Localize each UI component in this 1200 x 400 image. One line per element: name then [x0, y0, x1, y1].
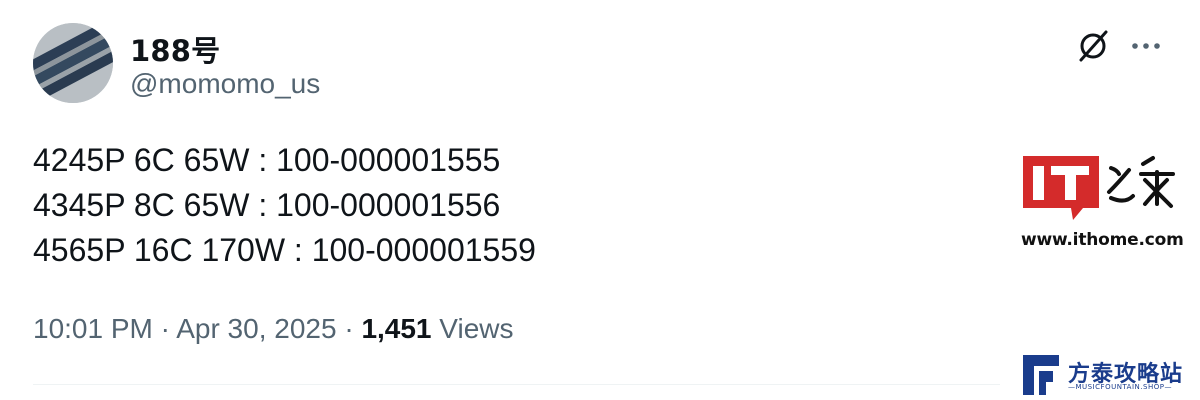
- meta-separator: ·: [160, 313, 170, 344]
- tweet-line: 4565P 16C 170W : 100-000001559: [33, 232, 536, 268]
- ithome-url: www.ithome.com: [1021, 230, 1184, 250]
- tweet-line: 4345P 8C 65W : 100-000001556: [33, 187, 501, 223]
- fangtai-logo: [1023, 355, 1061, 395]
- site-sub: —MUSICFOUNTAIN.SHOP—: [1068, 383, 1172, 391]
- grok-icon[interactable]: [1074, 27, 1112, 65]
- views-label: Views: [439, 313, 514, 344]
- divider: [33, 384, 1000, 385]
- meta-separator: ·: [344, 313, 354, 344]
- avatar[interactable]: [33, 23, 113, 103]
- tweet-card: 188号 @momomo_us 4245P 6C 65W : 100-00000…: [0, 0, 1200, 400]
- display-name[interactable]: 188号: [130, 28, 220, 70]
- ithome-logo: [1021, 152, 1186, 224]
- tweet-time[interactable]: 10:01 PM: [33, 313, 153, 344]
- avatar-image: [33, 23, 113, 103]
- tweet-meta: 10:01 PM · Apr 30, 2025 · 1,451 Views: [33, 313, 513, 345]
- tweet-text: 4245P 6C 65W : 100-000001555 4345P 8C 65…: [33, 138, 536, 273]
- tweet-date[interactable]: Apr 30, 2025: [176, 313, 336, 344]
- views-count[interactable]: 1,451: [361, 313, 431, 344]
- tweet-line: 4245P 6C 65W : 100-000001555: [33, 142, 501, 178]
- user-handle[interactable]: @momomo_us: [130, 68, 320, 100]
- more-icon[interactable]: [1128, 28, 1164, 64]
